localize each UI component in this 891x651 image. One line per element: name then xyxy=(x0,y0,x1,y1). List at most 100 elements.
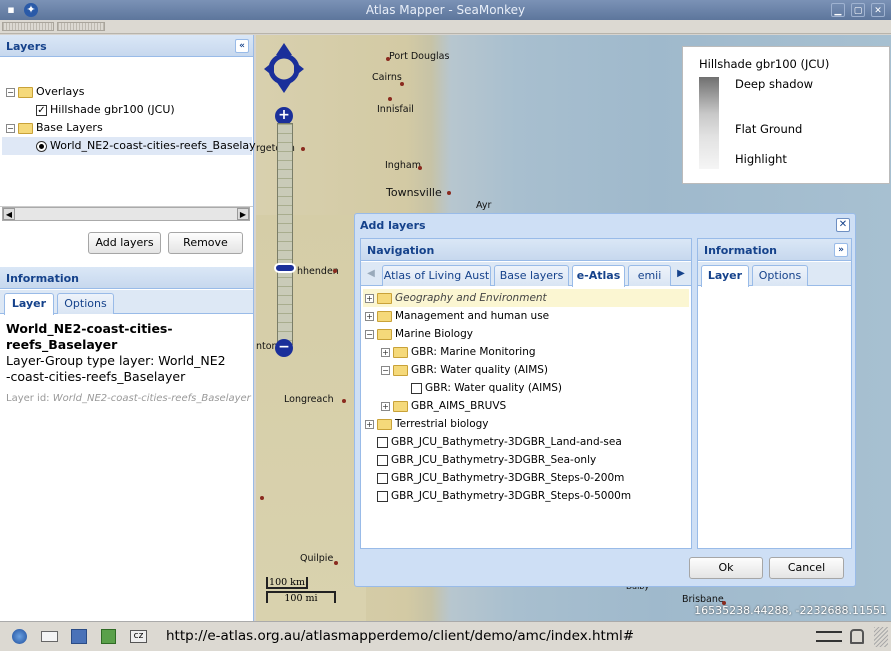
legend-color-ramp xyxy=(699,77,719,169)
expand-node-icon[interactable]: + xyxy=(365,419,374,429)
resize-grip-icon[interactable] xyxy=(874,627,888,647)
tree-node-gbr-aims-bruvs[interactable]: + GBR_AIMS_BRUVS xyxy=(381,397,506,415)
toolbar-grip-handle[interactable] xyxy=(2,22,54,31)
remove-button[interactable]: Remove xyxy=(168,232,243,254)
tab-options[interactable]: Options xyxy=(752,265,808,286)
close-window-icon[interactable]: ✕ xyxy=(871,3,885,17)
composer-icon[interactable] xyxy=(71,629,87,644)
lock-icon[interactable] xyxy=(850,629,864,644)
collapse-node-icon[interactable]: − xyxy=(381,365,390,375)
ok-button[interactable]: Ok xyxy=(689,557,763,579)
tree-node-geography[interactable]: + Geography and Environment xyxy=(363,289,689,307)
tree-layer-bathymetry[interactable]: GBR_JCU_Bathymetry-3DGBR_Steps-0-200m xyxy=(377,469,624,487)
collapse-left-icon[interactable]: « xyxy=(235,39,249,53)
tree-layer-bathymetry[interactable]: GBR_JCU_Bathymetry-3DGBR_Steps-0-5000m xyxy=(377,487,631,505)
zoom-out-button[interactable]: − xyxy=(275,339,293,357)
tab-emii[interactable]: emii xyxy=(628,265,671,286)
close-icon[interactable]: ✕ xyxy=(836,218,850,232)
tab-atlas-of-living-aust[interactable]: Atlas of Living Aust xyxy=(382,265,491,286)
layers-panel-title: Layers xyxy=(6,40,47,53)
layers-panel: Layers « − Overlays ✓ Hillshade gbr100 (JC… xyxy=(0,35,267,621)
folder-open-icon xyxy=(377,328,392,340)
scroll-right-icon[interactable]: ▶ xyxy=(237,208,249,220)
add-layers-button[interactable]: Add layers xyxy=(88,232,161,254)
city-marker xyxy=(333,269,337,273)
toolbar-grip-handle[interactable] xyxy=(57,22,105,31)
address-book-icon[interactable] xyxy=(101,629,116,644)
zoom-slider-handle[interactable] xyxy=(274,263,296,273)
collapse-node-icon[interactable]: − xyxy=(6,87,15,97)
tab-e-atlas[interactable]: e-Atlas xyxy=(572,265,625,287)
collapse-right-icon[interactable]: » xyxy=(834,243,848,257)
cancel-button[interactable]: Cancel xyxy=(769,557,844,579)
layer-checkbox[interactable] xyxy=(377,436,388,448)
zoom-track[interactable] xyxy=(277,123,293,345)
horizontal-scrollbar[interactable]: ◀ ▶ xyxy=(2,207,250,221)
layer-checkbox[interactable]: ✓ xyxy=(36,104,47,116)
layer-checkbox[interactable] xyxy=(377,454,388,466)
layer-checkbox[interactable] xyxy=(377,472,388,484)
mouse-coordinates: 16535238.44288, -2232688.11551 xyxy=(694,604,887,617)
tree-node-overlays[interactable]: − Overlays xyxy=(6,83,85,101)
folder-icon xyxy=(377,292,392,304)
folder-icon xyxy=(393,346,408,358)
pan-arrows-icon[interactable] xyxy=(264,43,304,93)
baselayer-radio[interactable] xyxy=(36,140,47,152)
scroll-left-icon[interactable]: ◀ xyxy=(3,208,15,220)
scale-mi: 100 mi xyxy=(266,591,336,604)
expand-node-icon[interactable]: + xyxy=(381,347,390,357)
tree-layer-bathymetry[interactable]: GBR_JCU_Bathymetry-3DGBR_Sea-only xyxy=(377,451,596,469)
tree-layer-gbr-water-quality[interactable]: GBR: Water quality (AIMS) xyxy=(411,379,562,397)
legend-label: Flat Ground xyxy=(735,122,803,136)
city-label: Townsville xyxy=(386,186,442,199)
layers-tree: − Overlays ✓ Hillshade gbr100 (JCU) − Base … xyxy=(0,57,267,207)
tab-base-layers[interactable]: Base layers xyxy=(494,265,569,286)
collapse-node-icon[interactable]: − xyxy=(6,123,15,133)
tree-node-base-layers[interactable]: − Base Layers xyxy=(6,119,103,137)
tree-node-world-baselayer[interactable]: World_NE2-coast-cities-reefs_Baselayer xyxy=(2,137,267,155)
expand-node-icon[interactable]: + xyxy=(365,293,374,303)
navigation-panel: Navigation ◀ Atlas of Living Aust Base l… xyxy=(360,238,692,549)
tree-node-terrestrial-biology[interactable]: + Terrestrial biology xyxy=(365,415,489,433)
maximize-icon[interactable]: ▢ xyxy=(851,3,865,17)
mail-icon[interactable] xyxy=(41,631,58,642)
toolbar-grip xyxy=(0,20,891,34)
expand-node-icon[interactable]: + xyxy=(365,311,374,321)
dialog-information-panel: Information » Layer Options xyxy=(697,238,852,549)
layer-description: Layer-Group type layer: World_NE2-coast-… xyxy=(6,353,226,384)
folder-open-icon xyxy=(18,86,33,98)
city-marker xyxy=(260,496,264,500)
chatzilla-icon[interactable]: cz xyxy=(130,630,147,643)
tree-layer-bathymetry[interactable]: GBR_JCU_Bathymetry-3DGBR_Land-and-sea xyxy=(377,433,622,451)
tree-node-marine-biology[interactable]: − Marine Biology xyxy=(365,325,473,343)
add-layers-dialog: Add layers ✕ Navigation ◀ Atlas of Livin… xyxy=(354,213,856,587)
tab-scroll-right-icon[interactable]: ▶ xyxy=(673,265,689,283)
city-marker xyxy=(342,399,346,403)
city-marker xyxy=(447,191,451,195)
legend-label: Highlight xyxy=(735,152,787,166)
collapse-node-icon[interactable]: − xyxy=(365,329,374,339)
tree-node-hillshade[interactable]: ✓ Hillshade gbr100 (JCU) xyxy=(36,101,175,119)
tree-node-gbr-water-quality[interactable]: − GBR: Water quality (AIMS) xyxy=(381,361,548,379)
tree-node-management[interactable]: + Management and human use xyxy=(365,307,549,325)
minimize-icon[interactable]: ▁ xyxy=(831,3,845,17)
city-marker xyxy=(334,561,338,565)
layer-name: World_NE2-coast-cities-reefs_Baselayer xyxy=(6,321,173,352)
dialog-information-tabs: Layer Options xyxy=(698,262,851,287)
dialog-title: Add layers xyxy=(360,219,426,232)
layer-checkbox[interactable] xyxy=(377,490,388,502)
tab-layer[interactable]: Layer xyxy=(4,293,54,315)
tab-scroll-left-icon[interactable]: ◀ xyxy=(363,265,379,283)
pan-control[interactable] xyxy=(264,43,304,93)
layer-checkbox[interactable] xyxy=(411,382,422,394)
tab-options[interactable]: Options xyxy=(57,293,114,314)
connection-icon[interactable] xyxy=(816,631,842,642)
legend-title: Hillshade gbr100 (JCU) xyxy=(699,57,830,71)
city-marker xyxy=(386,57,390,61)
city-label: Ayr xyxy=(476,200,492,211)
tab-layer[interactable]: Layer xyxy=(701,265,749,287)
expand-node-icon[interactable]: + xyxy=(381,401,390,411)
status-bar: cz http://e-atlas.org.au/atlasmapperdemo… xyxy=(0,621,891,651)
tree-node-gbr-marine-monitoring[interactable]: + GBR: Marine Monitoring xyxy=(381,343,536,361)
globe-icon[interactable] xyxy=(12,629,27,644)
